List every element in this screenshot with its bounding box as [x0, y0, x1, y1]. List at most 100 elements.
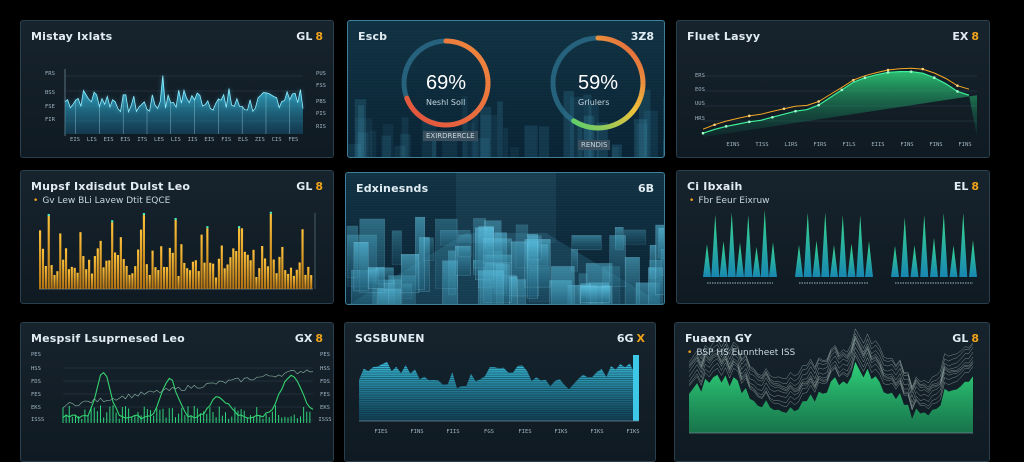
- bar: [145, 264, 148, 289]
- x-tick-label: ITS: [137, 137, 147, 143]
- spike-bar: [838, 215, 847, 277]
- spike-bar: [812, 240, 821, 277]
- data-point: [771, 115, 774, 119]
- y-tick-label: ISSS: [31, 417, 44, 423]
- bar: [105, 260, 108, 289]
- bar: [160, 246, 163, 289]
- bar-cap: [111, 220, 114, 223]
- data-point: [909, 70, 913, 73]
- bar: [139, 229, 143, 289]
- bar: [223, 268, 226, 289]
- data-point: [747, 114, 751, 118]
- data-point: [817, 100, 820, 103]
- x-tick-label: EIS: [70, 137, 80, 143]
- bar: [82, 256, 85, 289]
- bar: [240, 228, 244, 289]
- bar: [165, 267, 169, 289]
- bar: [93, 256, 96, 289]
- x-tick-label: IIS: [188, 137, 198, 143]
- data-point: [747, 120, 751, 124]
- x-tick-label: LIS: [87, 137, 97, 143]
- bar: [171, 252, 174, 289]
- bar: [289, 267, 293, 289]
- spike-bar: [795, 244, 803, 277]
- bar: [186, 268, 189, 289]
- panel-top-left: Mistay Ixlats GL 8 FRS BSS FSE FIR PUS FSS PBS P…: [20, 20, 334, 158]
- y2-tick-label: RIS: [316, 124, 326, 130]
- data-point: [724, 125, 728, 128]
- bar: [197, 271, 200, 289]
- bar-cap: [47, 214, 50, 217]
- x-tick-label: FIKS: [590, 429, 603, 435]
- x-tick-label: ZIS: [255, 137, 265, 143]
- bar: [206, 228, 209, 289]
- panel-bot-center: SGSBUNEN 6G X FIES FINS FIIS FGS FIES FIKS FIKS…: [344, 322, 656, 462]
- bar: [258, 268, 261, 289]
- edge-bar: [633, 355, 639, 421]
- bar: [111, 222, 114, 289]
- x-tick-label: FIKS: [554, 429, 567, 435]
- x-tick-label: EIIS: [871, 142, 884, 148]
- bar: [151, 250, 154, 289]
- bar: [255, 277, 258, 289]
- spike-chart-green: [703, 210, 977, 284]
- building: [402, 283, 413, 300]
- spike-bar: [847, 243, 856, 277]
- bar-cap: [206, 226, 209, 229]
- y-tick-label: FRS: [45, 71, 55, 77]
- panel-title: Edxinesnds: [356, 182, 429, 195]
- y2-tick-label: FSS: [316, 83, 326, 89]
- panel-controls[interactable]: 6B: [638, 182, 654, 195]
- bar: [128, 274, 131, 289]
- bar: [62, 259, 65, 289]
- bar: [243, 251, 246, 289]
- x-tick-label: FIES: [374, 429, 387, 435]
- bar: [229, 257, 232, 289]
- y-tick-label: FDS: [31, 379, 41, 385]
- y-tick-label: HSS: [31, 366, 41, 372]
- x-tick-label: FIS: [221, 137, 231, 143]
- bar: [116, 255, 120, 289]
- bar: [194, 260, 197, 289]
- data-point: [886, 71, 890, 74]
- panel-top-center: Escb 3Z8 69% 59% Neshl Soll EXIRDRERCLE G…: [347, 20, 665, 158]
- bar: [238, 228, 241, 289]
- y-tick-label: HRS: [695, 116, 705, 122]
- spike-bar: [920, 214, 929, 277]
- y2-tick-label: FES: [320, 392, 330, 398]
- spike-bar: [959, 212, 968, 277]
- holo-beam: [456, 173, 556, 243]
- y2-tick-label: ISSS: [318, 417, 331, 423]
- y2-tick-label: PES: [320, 352, 330, 358]
- bar: [226, 264, 229, 289]
- spike-bar: [949, 245, 958, 277]
- y2-tick-label: HSS: [320, 366, 330, 372]
- x-tick-label: EIS: [204, 137, 214, 143]
- bar: [157, 270, 160, 289]
- bar: [209, 262, 212, 289]
- y-tick-label: FES: [31, 392, 41, 398]
- bar: [295, 269, 298, 289]
- y2-tick-label: PBS: [316, 99, 326, 105]
- y-tick-label: FIR: [45, 117, 56, 123]
- building: [571, 235, 602, 250]
- panel-mid-right: Ci Ibxaih EL 8 • Fbr Eeur Eixruw: [676, 170, 990, 304]
- bar: [272, 259, 275, 289]
- bar: [249, 260, 252, 289]
- bar: [214, 277, 218, 289]
- spike-bar: [760, 210, 769, 277]
- bar: [137, 249, 140, 289]
- y-tick-label: PES: [31, 352, 41, 358]
- bar: [188, 270, 192, 289]
- gauge-1-value: 69%: [426, 72, 466, 94]
- x-tick-label: FIIS: [446, 429, 459, 435]
- bar: [142, 215, 145, 289]
- y2-tick-label: EKS: [320, 405, 330, 411]
- spike-bar: [891, 245, 899, 277]
- y-tick-label: FSE: [45, 104, 55, 110]
- gauge-group: 69% 59%: [401, 35, 646, 131]
- bar: [180, 244, 183, 289]
- bar: [50, 265, 53, 289]
- building: [580, 286, 610, 303]
- y-tick-label: UUS: [695, 101, 705, 107]
